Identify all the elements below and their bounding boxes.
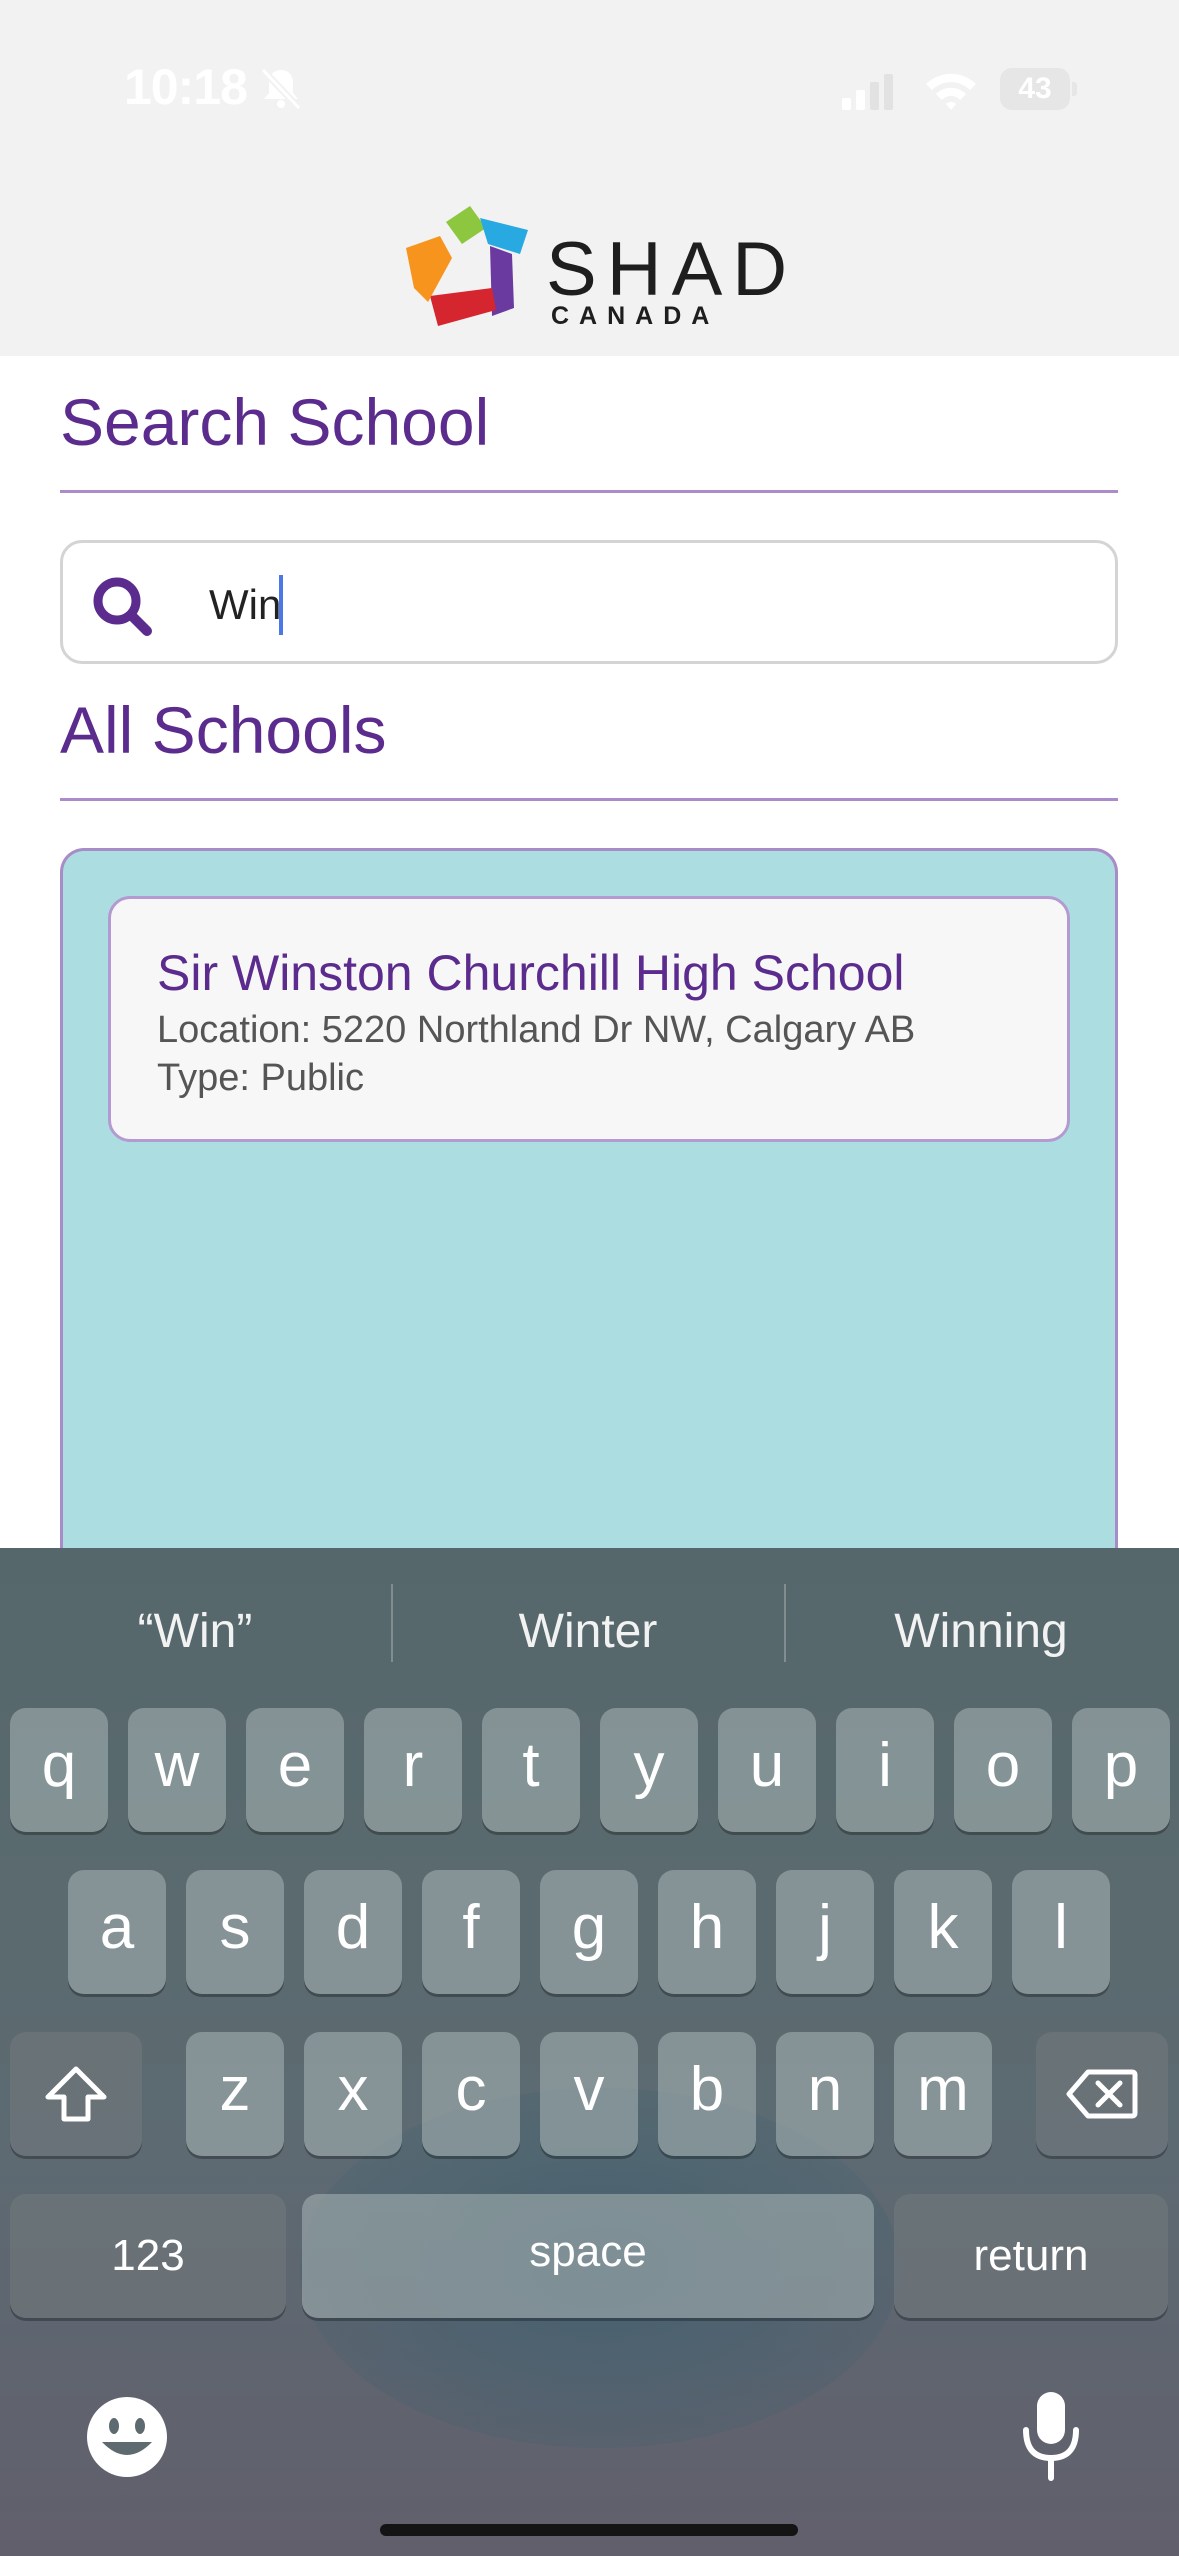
key-f[interactable]: f (422, 1870, 520, 1994)
brand-subtitle: CANADA (551, 302, 720, 330)
key-g[interactable]: g (540, 1870, 638, 1994)
app-header: 10:18 43 SHAD CANADA (0, 0, 1179, 356)
space-key[interactable]: space (302, 2194, 874, 2318)
key-o[interactable]: o (954, 1708, 1052, 1832)
backspace-icon (1066, 2069, 1138, 2119)
search-icon (93, 577, 152, 636)
home-indicator[interactable] (380, 2524, 798, 2536)
key-b[interactable]: b (658, 2032, 756, 2156)
key-y[interactable]: y (600, 1708, 698, 1832)
status-time: 10:18 (124, 59, 248, 115)
key-l[interactable]: l (1012, 1870, 1110, 1994)
school-card[interactable]: Sir Winston Churchill High School Locati… (108, 896, 1070, 1142)
key-n[interactable]: n (776, 2032, 874, 2156)
shad-logo (406, 206, 528, 326)
school-type: Type: Public (157, 1057, 364, 1099)
school-location: Location: 5220 Northland Dr NW, Calgary … (157, 1009, 916, 1051)
search-section-title: Search School (60, 385, 490, 459)
shift-key[interactable] (10, 2032, 142, 2156)
key-t[interactable]: t (482, 1708, 580, 1832)
school-name: Sir Winston Churchill High School (157, 945, 905, 1001)
bell-slash-icon (260, 67, 302, 110)
key-e[interactable]: e (246, 1708, 344, 1832)
key-w[interactable]: w (128, 1708, 226, 1832)
all-schools-title: All Schools (60, 693, 387, 767)
key-h[interactable]: h (658, 1870, 756, 1994)
search-query: Win (209, 581, 282, 628)
microphone-icon[interactable] (1020, 2390, 1082, 2482)
divider (60, 798, 1118, 801)
suggestion-1[interactable]: “Win” (0, 1604, 390, 1659)
key-r[interactable]: r (364, 1708, 462, 1832)
key-p[interactable]: p (1072, 1708, 1170, 1832)
wifi-icon (926, 73, 976, 110)
search-input[interactable]: Win (60, 540, 1118, 664)
key-u[interactable]: u (718, 1708, 816, 1832)
signal-icon (842, 74, 893, 110)
battery-icon: 43 (1000, 68, 1077, 110)
return-key[interactable]: return (894, 2194, 1168, 2318)
key-q[interactable]: q (10, 1708, 108, 1832)
onscreen-keyboard: “Win” Winter Winning q w e r t y u i o p… (0, 1548, 1179, 2556)
delete-key[interactable] (1036, 2032, 1168, 2156)
key-j[interactable]: j (776, 1870, 874, 1994)
key-i[interactable]: i (836, 1708, 934, 1832)
brand-name: SHAD (546, 227, 798, 312)
key-s[interactable]: s (186, 1870, 284, 1994)
key-v[interactable]: v (540, 2032, 638, 2156)
key-c[interactable]: c (422, 2032, 520, 2156)
divider (60, 490, 1118, 493)
key-m[interactable]: m (894, 2032, 992, 2156)
key-a[interactable]: a (68, 1870, 166, 1994)
key-d[interactable]: d (304, 1870, 402, 1994)
shift-icon (45, 2066, 107, 2122)
suggestion-3[interactable]: Winning (786, 1604, 1176, 1659)
key-z[interactable]: z (186, 2032, 284, 2156)
suggestion-2[interactable]: Winter (393, 1604, 783, 1659)
emoji-icon[interactable] (86, 2396, 168, 2478)
battery-level: 43 (1018, 72, 1052, 105)
key-x[interactable]: x (304, 2032, 402, 2156)
key-k[interactable]: k (894, 1870, 992, 1994)
numbers-key[interactable]: 123 (10, 2194, 286, 2318)
text-caret (279, 575, 283, 635)
